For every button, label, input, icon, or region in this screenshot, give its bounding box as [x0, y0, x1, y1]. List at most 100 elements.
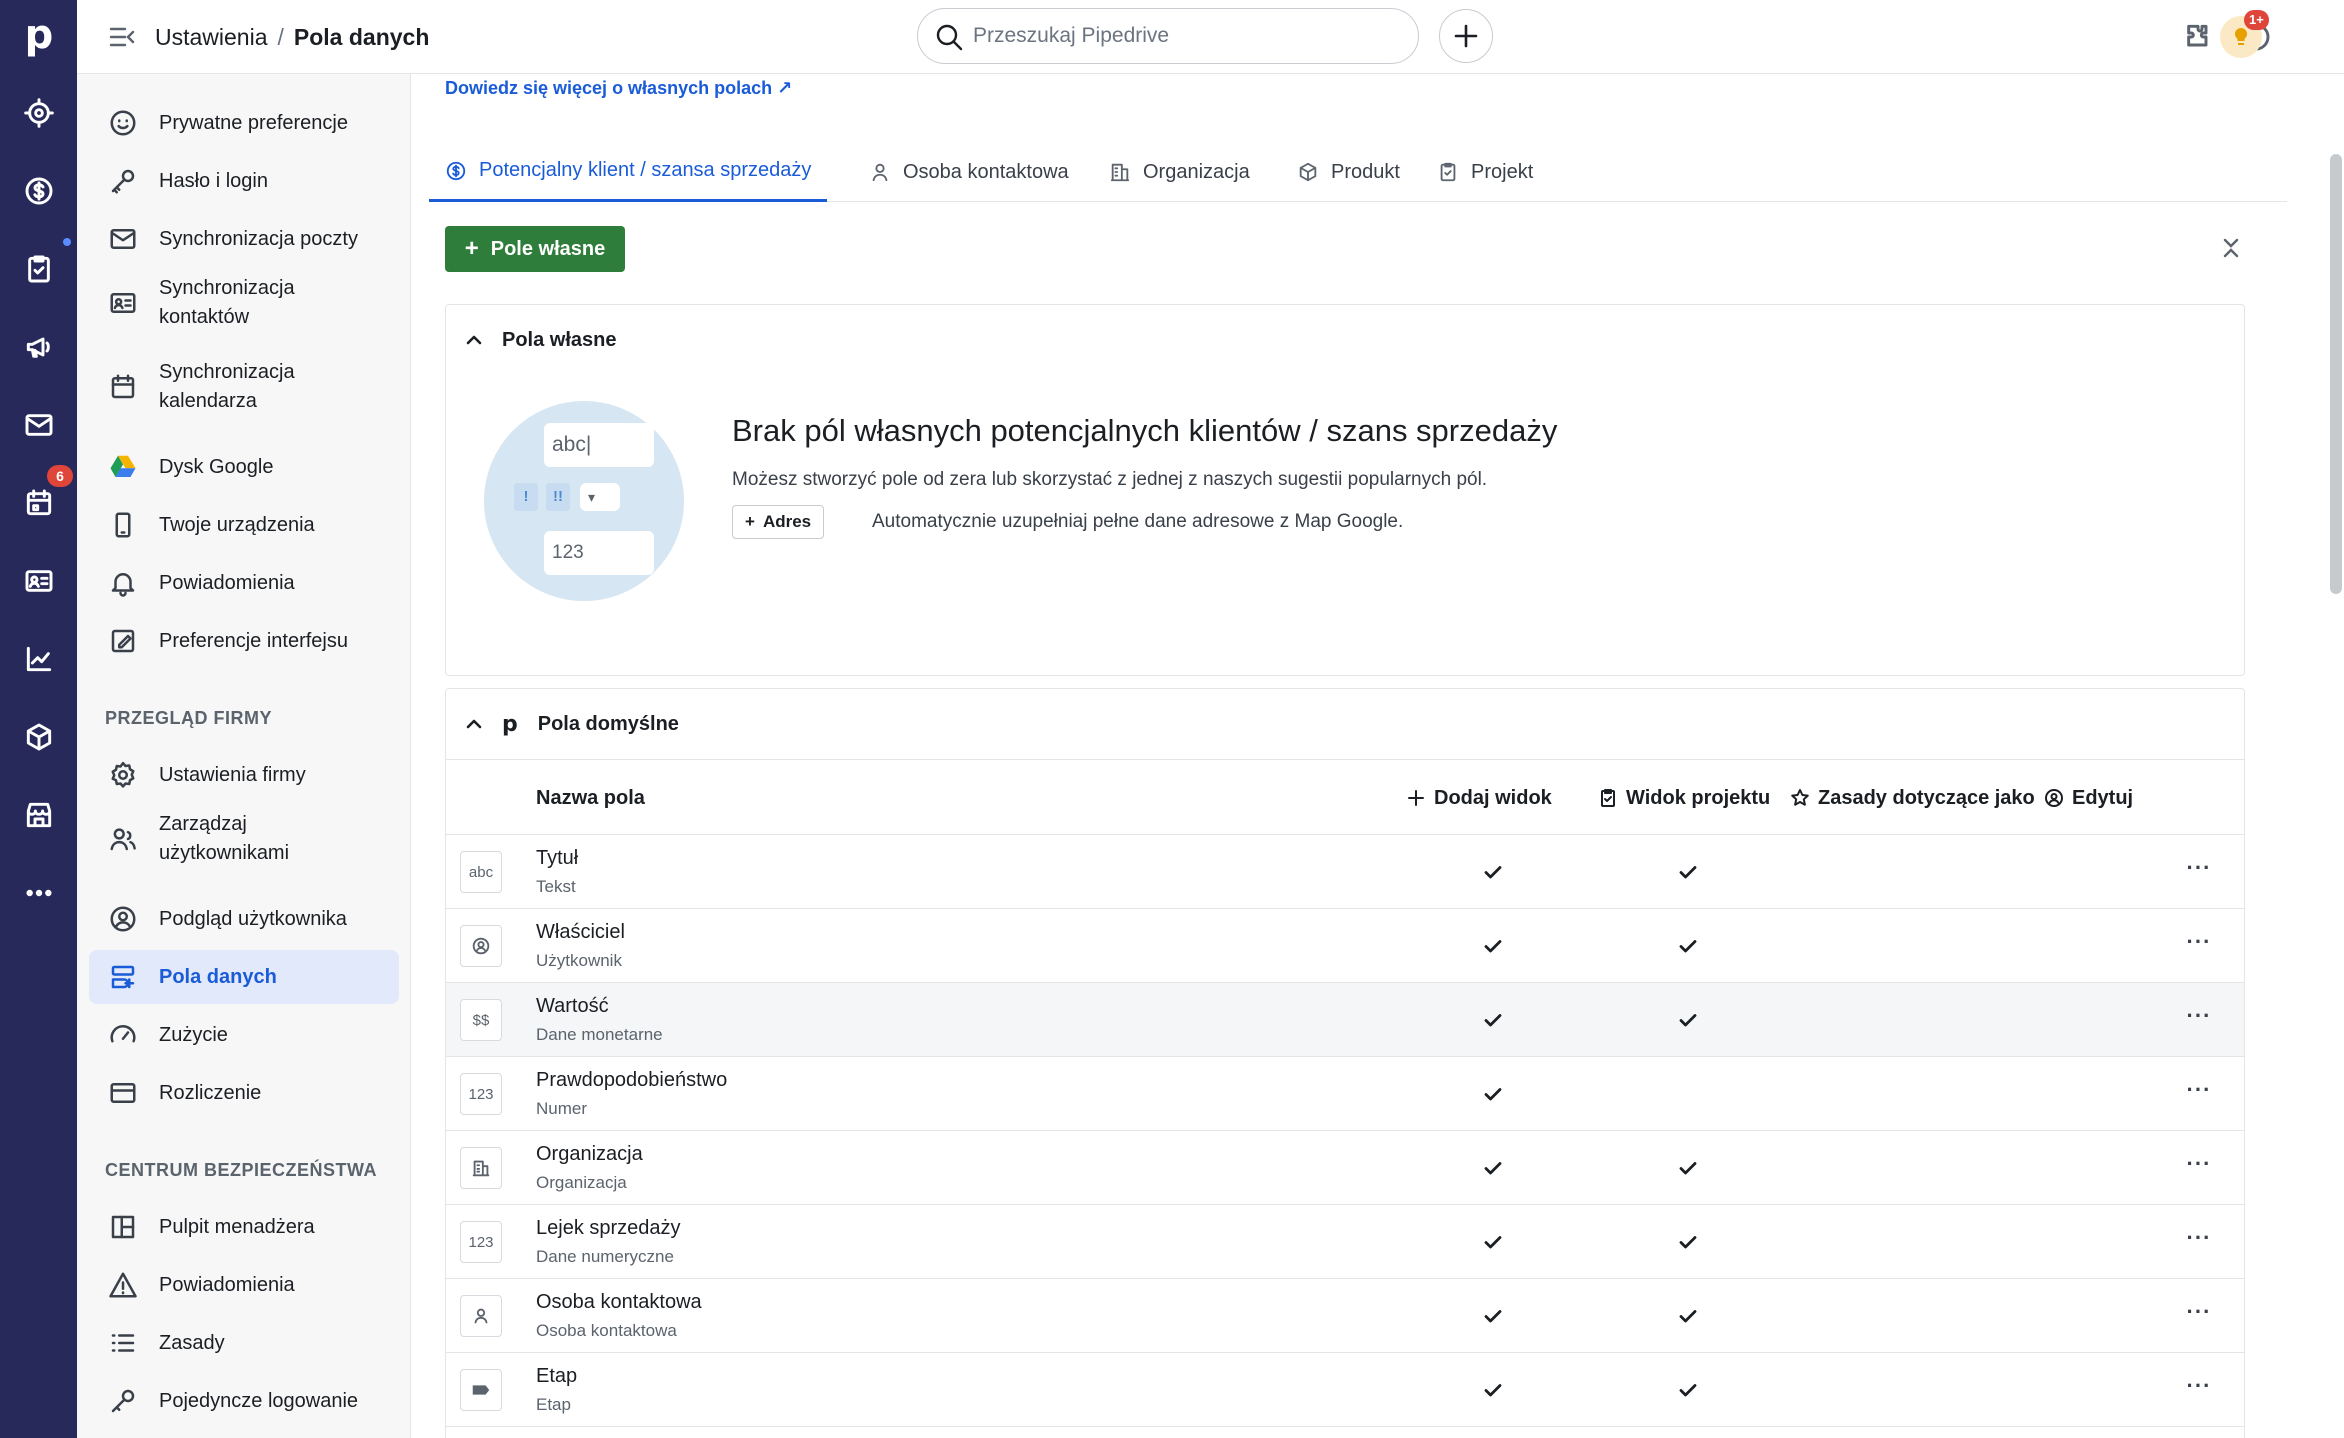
- sidebar-item-interface-preferences[interactable]: Preferencje interfejsu: [89, 614, 399, 668]
- sidebar-item-user-preview[interactable]: Podgląd użytkownika: [89, 892, 399, 946]
- puzzle-icon[interactable]: [2179, 18, 2217, 56]
- pipedrive-logo[interactable]: p: [18, 12, 60, 58]
- more-options-icon[interactable]: ···: [2184, 931, 2214, 961]
- collapse-menu-icon[interactable]: [105, 20, 139, 54]
- settings-sidebar: Prywatne preferencje Hasło i login Synch…: [77, 74, 411, 1438]
- notifications-badge: 1+: [2244, 10, 2269, 30]
- custom-fields-header[interactable]: Pola własne: [446, 305, 617, 375]
- table-row[interactable]: 123 Lejek sprzedaży Dane numeryczne ···: [446, 1205, 2244, 1279]
- address-button-label: Adres: [762, 512, 812, 531]
- sidebar-item-google-drive[interactable]: Dysk Google: [89, 440, 399, 494]
- more-options-icon[interactable]: ···: [2184, 857, 2214, 887]
- sidebar-item-usage[interactable]: Zużycie: [89, 1008, 399, 1062]
- field-name[interactable]: Właściciel: [536, 921, 625, 944]
- project-view-check-icon: [1676, 1156, 1700, 1180]
- column-field-name[interactable]: Nazwa pola: [536, 760, 645, 836]
- sidebar-item-sso[interactable]: Pojedyncze logowanie: [89, 1374, 399, 1428]
- column-quality-rules-label: Zasady dotyczące jakości danych: [1818, 786, 2034, 809]
- field-name[interactable]: Wartość: [536, 995, 609, 1018]
- column-add-view-label: Dodaj widok: [1434, 786, 1552, 809]
- rail-dollar-icon[interactable]: [20, 172, 58, 210]
- field-name[interactable]: Osoba kontaktowa: [536, 1291, 702, 1314]
- field-name[interactable]: Prawdopodobieństwo: [536, 1069, 727, 1092]
- field-type-stage-icon: [460, 1369, 502, 1411]
- column-project-view-label: Widok projektu: [1626, 786, 1771, 809]
- field-type-text: $$: [472, 1011, 490, 1029]
- sidebar-item-manager-dashboard[interactable]: Pulpit menadżera: [89, 1200, 399, 1254]
- sidebar-item-security-alerts[interactable]: Powiadomienia: [89, 1258, 399, 1312]
- sidebar-item-private-preferences[interactable]: Prywatne preferencje: [89, 96, 399, 150]
- custom-fields-title: Pola własne: [502, 328, 617, 351]
- tab-product[interactable]: Produkt: [1297, 142, 1400, 202]
- rail-calendar-icon[interactable]: [20, 484, 58, 522]
- sidebar-item-label: Prywatne preferencje: [159, 111, 348, 134]
- pipedrive-p-icon: p: [502, 711, 518, 737]
- more-options-icon[interactable]: ···: [2184, 1227, 2214, 1257]
- default-fields-header[interactable]: p Pola domyślne: [446, 689, 679, 759]
- sidebar-item-label: Synchronizacja kontaktów: [159, 277, 295, 328]
- sidebar-item-company-settings[interactable]: Ustawienia firmy: [89, 748, 399, 802]
- sidebar-item-contact-sync[interactable]: Synchronizacja kontaktów: [89, 268, 399, 338]
- field-type-text: abc: [468, 863, 494, 881]
- collapse-all-icon[interactable]: [2211, 228, 2251, 268]
- rail-chart-icon[interactable]: [20, 640, 58, 678]
- column-project-view[interactable]: Widok projektu: [1598, 760, 1770, 836]
- rail-checklist-icon[interactable]: [20, 250, 58, 288]
- table-row[interactable]: Organizacja Organizacja ···: [446, 1131, 2244, 1205]
- quick-add-button[interactable]: [1439, 9, 1493, 63]
- rail-contact-card-icon[interactable]: [20, 562, 58, 600]
- sidebar-item-devices[interactable]: Twoje urządzenia: [89, 498, 399, 552]
- add-address-suggestion-button[interactable]: + Adres: [732, 505, 825, 539]
- table-row[interactable]: abc Tytuł Tekst ···: [446, 835, 2244, 909]
- vertical-scrollbar[interactable]: [2330, 154, 2342, 594]
- table-row[interactable]: Właściciel Użytkownik ···: [446, 909, 2244, 983]
- search-input[interactable]: [973, 18, 1393, 54]
- empty-state-illustration: abc| ! !! ▾ 123: [484, 401, 684, 601]
- search-box[interactable]: [917, 8, 1419, 64]
- more-options-icon[interactable]: ···: [2184, 1079, 2214, 1109]
- sidebar-item-label: Preferencje interfejsu: [159, 629, 348, 652]
- sidebar-item-data-fields[interactable]: Pola danych: [89, 950, 399, 1004]
- table-row[interactable]: Osoba kontaktowa Osoba kontaktowa ···: [446, 1279, 2244, 1353]
- project-view-check-icon: [1676, 1008, 1700, 1032]
- sidebar-item-mail-sync[interactable]: Synchronizacja poczty: [89, 212, 399, 266]
- sidebar-item-password-login[interactable]: Hasło i login: [89, 154, 399, 208]
- tab-project[interactable]: Projekt: [1437, 142, 1533, 202]
- building-icon: [1110, 163, 1130, 182]
- rail-mail-icon[interactable]: [20, 406, 58, 444]
- more-options-icon[interactable]: ···: [2184, 1301, 2214, 1331]
- field-type-label: Numer: [536, 1099, 588, 1118]
- field-type-label: Tekst: [536, 877, 576, 896]
- table-row[interactable]: Etap Etap ···: [446, 1353, 2244, 1427]
- tab-person[interactable]: Osoba kontaktowa: [869, 142, 1069, 202]
- sidebar-item-label: Powiadomienia: [159, 571, 295, 594]
- sidebar-item-notifications[interactable]: Powiadomienia: [89, 556, 399, 610]
- section-company-heading: PRZEGLĄD FIRMY: [105, 708, 272, 728]
- rail-target-icon[interactable]: [20, 94, 58, 132]
- more-options-icon[interactable]: ···: [2184, 1375, 2214, 1405]
- more-options-icon[interactable]: ···: [2184, 1153, 2214, 1183]
- add-custom-field-button[interactable]: + Pole własne: [445, 226, 625, 272]
- column-add-view[interactable]: Dodaj widok: [1406, 760, 1552, 836]
- rail-store-icon[interactable]: [20, 796, 58, 834]
- rail-more-icon[interactable]: [20, 874, 58, 912]
- tab-deal[interactable]: Potencjalny klient / szansa sprzedaży: [429, 142, 828, 202]
- sidebar-item-billing[interactable]: Rozliczenie: [89, 1066, 399, 1120]
- field-name[interactable]: Organizacja: [536, 1143, 643, 1166]
- field-name[interactable]: Lejek sprzedaży: [536, 1217, 681, 1240]
- sidebar-item-rules[interactable]: Zasady: [89, 1316, 399, 1370]
- rail-megaphone-icon[interactable]: [20, 328, 58, 366]
- column-edit[interactable]: Edytuj: [2044, 760, 2133, 836]
- column-quality-rules[interactable]: Zasady dotyczące jakości danych: [1790, 760, 2034, 836]
- field-name[interactable]: Tytuł: [536, 847, 578, 870]
- table-row[interactable]: 123 Prawdopodobieństwo Numer ···: [446, 1057, 2244, 1131]
- sidebar-item-manage-users[interactable]: Zarządzaj użytkownikami: [89, 804, 399, 874]
- learn-more-link[interactable]: Dowiedz się więcej o własnych polach ↗: [445, 78, 792, 99]
- sidebar-item-calendar-sync[interactable]: Synchronizacja kalendarza: [89, 352, 399, 422]
- more-options-icon[interactable]: ···: [2184, 1005, 2214, 1035]
- field-name[interactable]: Etap: [536, 1365, 577, 1388]
- table-row[interactable]: $$ Wartość Dane monetarne ···: [446, 983, 2244, 1057]
- tab-organization[interactable]: Organizacja: [1109, 142, 1250, 202]
- breadcrumb-parent[interactable]: Ustawienia: [155, 24, 268, 50]
- rail-box-icon[interactable]: [20, 718, 58, 756]
